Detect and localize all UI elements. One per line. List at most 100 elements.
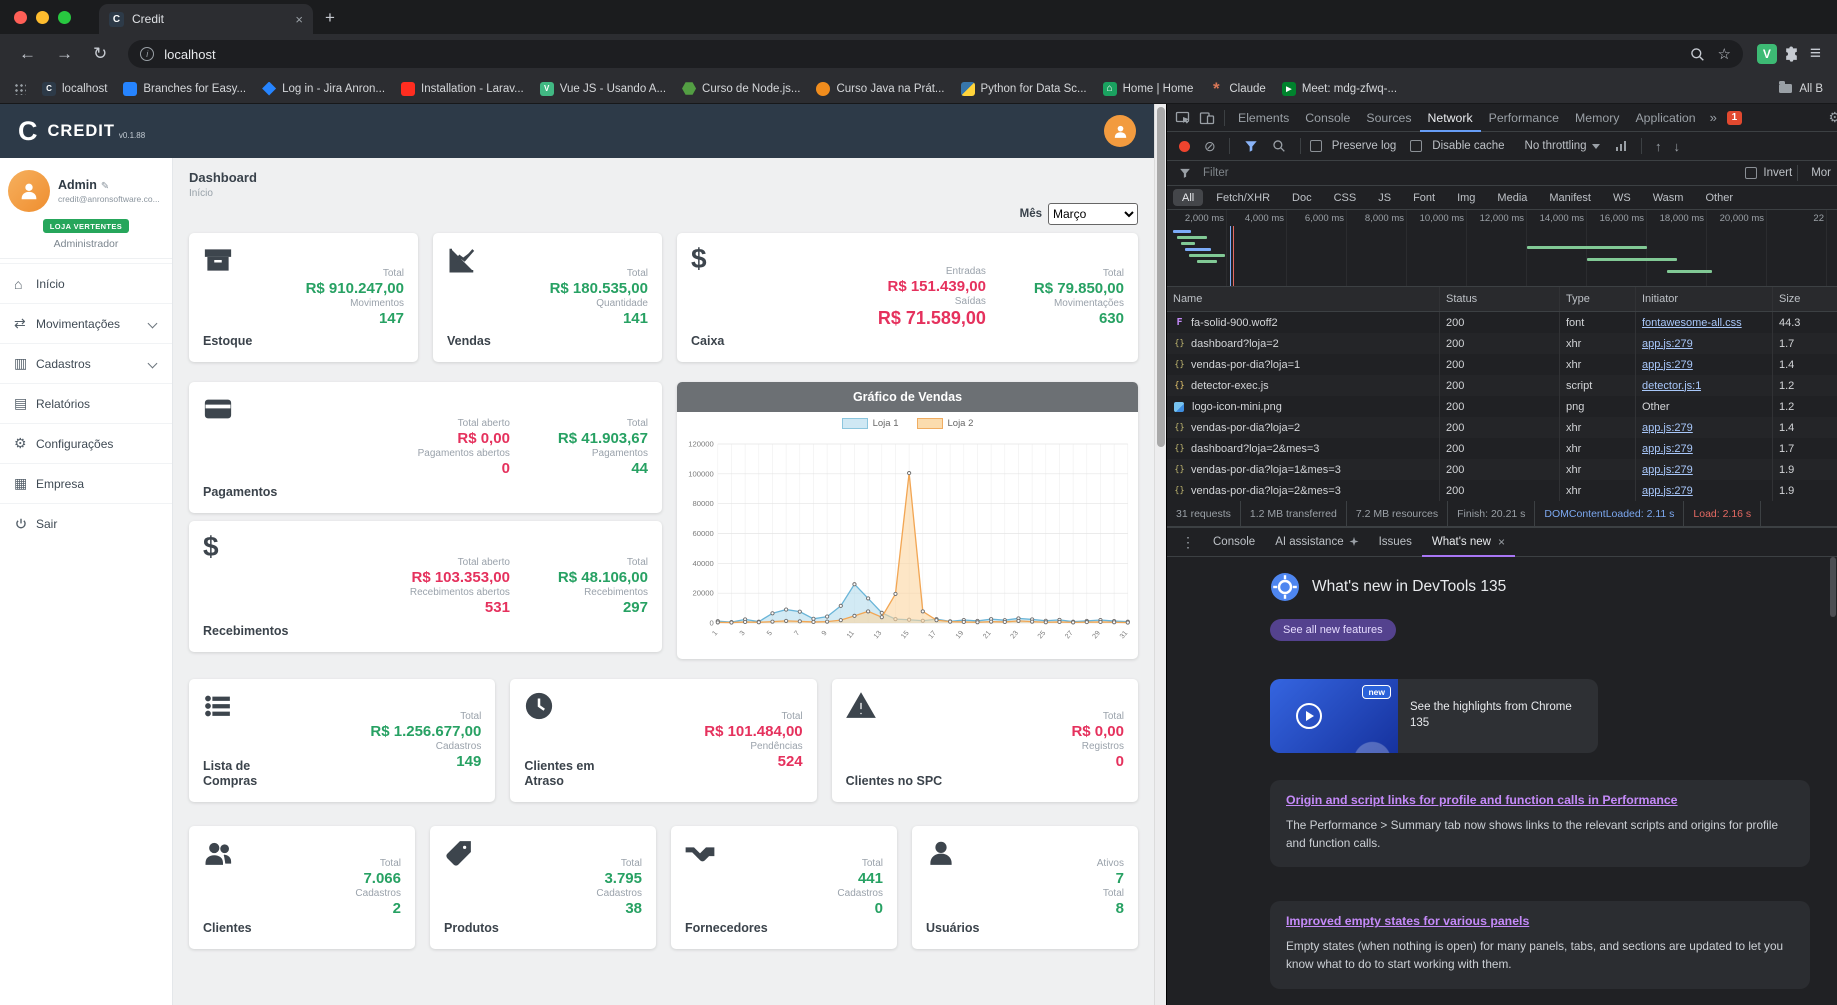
maximize-window-button[interactable] — [58, 10, 71, 24]
column-type[interactable]: Type — [1560, 287, 1636, 311]
column-size[interactable]: Size — [1773, 287, 1837, 311]
sidebar-item-movimentacoes[interactable]: ⇄ Movimentações — [0, 303, 172, 343]
close-icon[interactable]: × — [1498, 535, 1505, 549]
drawer-tab-whats-new[interactable]: What's new × — [1422, 527, 1515, 557]
table-row[interactable]: {} vendas-por-dia?loja=2&mes=3 200 xhr ap… — [1167, 480, 1837, 501]
sidebar-item-empresa[interactable]: ▦ Empresa — [0, 463, 172, 503]
column-name[interactable]: Name — [1167, 287, 1440, 311]
minimize-window-button[interactable] — [36, 10, 49, 24]
inspect-element-icon[interactable] — [1171, 108, 1195, 128]
chip-doc[interactable]: Doc — [1283, 189, 1321, 206]
bookmark-meet[interactable]: ▶ Meet: mdg-zfwq-... — [1281, 81, 1397, 96]
table-row[interactable]: Ffa-solid-900.woff2 200 font fontawesome… — [1167, 312, 1837, 333]
tab-application[interactable]: Application — [1627, 104, 1703, 132]
table-row[interactable]: {} vendas-por-dia?loja=1&mes=3 200 xhr ap… — [1167, 459, 1837, 480]
vue-devtools-extension-icon[interactable]: V — [1756, 44, 1777, 64]
initiator-link[interactable]: app.js:279 — [1642, 485, 1693, 497]
back-button[interactable]: ← — [12, 44, 43, 64]
forward-button[interactable]: → — [49, 44, 80, 64]
bookmark-java[interactable]: Curso Java na Prát... — [816, 81, 945, 96]
chip-img[interactable]: Img — [1448, 189, 1484, 206]
drawer-tab-issues[interactable]: Issues — [1369, 527, 1422, 557]
record-button[interactable] — [1179, 140, 1190, 152]
tab-sources[interactable]: Sources — [1358, 104, 1419, 132]
initiator-link[interactable]: app.js:279 — [1642, 359, 1693, 371]
chip-css[interactable]: CSS — [1325, 189, 1366, 206]
bookmark-node[interactable]: Curso de Node.js... — [682, 82, 800, 96]
see-all-features-button[interactable]: See all new features — [1270, 619, 1396, 641]
chip-font[interactable]: Font — [1404, 189, 1444, 206]
all-bookmarks-button[interactable]: All B — [1779, 81, 1823, 95]
column-status[interactable]: Status — [1440, 287, 1560, 311]
bookmark-claude[interactable]: * Claude — [1209, 79, 1266, 98]
header-avatar[interactable] — [1104, 115, 1136, 147]
highlight-thumbnail[interactable]: new — [1270, 679, 1398, 753]
bookmark-vue[interactable]: V Vue JS - Usando A... — [539, 81, 666, 96]
new-tab-button[interactable]: + — [325, 8, 335, 28]
chip-wasm[interactable]: Wasm — [1644, 189, 1693, 206]
page-scrollbar[interactable] — [1154, 104, 1166, 1005]
chart-legend[interactable]: Loja 1 Loja 2 — [677, 412, 1138, 436]
clear-icon[interactable]: ⊘ — [1200, 138, 1220, 155]
zoom-icon[interactable] — [1690, 47, 1705, 62]
settings-gear-icon[interactable]: ⚙ — [1828, 109, 1837, 126]
sidebar-item-inicio[interactable]: ⌂ Início — [0, 263, 172, 303]
bookmark-python[interactable]: Python for Data Sc... — [960, 81, 1087, 96]
table-row[interactable]: {} dashboard?loja=2 200 xhr app.js:279 1.… — [1167, 333, 1837, 354]
sidebar-item-relatorios[interactable]: ▤ Relatórios — [0, 383, 172, 423]
sidebar-item-cadastros[interactable]: ▥ Cadastros — [0, 343, 172, 383]
column-initiator[interactable]: Initiator — [1636, 287, 1773, 311]
chip-manifest[interactable]: Manifest — [1540, 189, 1600, 206]
tab-network[interactable]: Network — [1420, 104, 1481, 132]
address-bar[interactable]: i localhost ☆ — [128, 40, 1743, 68]
bookmark-localhost[interactable]: Clocalhost — [42, 81, 107, 96]
sidebar-item-configuracoes[interactable]: ⚙ Configurações — [0, 423, 172, 463]
table-row[interactable]: {} detector-exec.js 200 script detector.j… — [1167, 375, 1837, 396]
network-conditions-icon[interactable] — [1615, 141, 1627, 151]
extensions-puzzle-icon[interactable] — [1783, 46, 1800, 63]
initiator-link[interactable]: app.js:279 — [1642, 443, 1693, 455]
chip-other[interactable]: Other — [1696, 189, 1742, 206]
drawer-tab-ai-assistance[interactable]: AI assistance — [1265, 527, 1368, 557]
disable-cache-checkbox[interactable] — [1410, 140, 1423, 152]
initiator-link[interactable]: app.js:279 — [1642, 422, 1693, 434]
initiator-link[interactable]: fontawesome-all.css — [1642, 317, 1742, 329]
preserve-log-checkbox[interactable] — [1309, 140, 1322, 152]
initiator-link[interactable]: app.js:279 — [1642, 338, 1693, 350]
tab-close-icon[interactable]: × — [295, 12, 303, 27]
section-heading-link[interactable]: Improved empty states for various panels — [1286, 914, 1794, 930]
apps-grid-icon[interactable] — [14, 82, 26, 95]
chip-all[interactable]: All — [1173, 189, 1204, 206]
section-heading-link[interactable]: Origin and script links for profile and … — [1286, 793, 1794, 809]
invert-label[interactable]: Invert — [1763, 167, 1792, 179]
browser-menu-icon[interactable]: ≡ — [1806, 43, 1825, 65]
search-icon[interactable] — [1267, 136, 1291, 156]
error-badge[interactable]: 1 — [1726, 110, 1742, 125]
chip-media[interactable]: Media — [1488, 189, 1536, 206]
initiator-link[interactable]: app.js:279 — [1642, 464, 1693, 476]
table-row[interactable]: logo-icon-mini.png 200 png Other 1.2 — [1167, 396, 1837, 417]
drawer-tab-console[interactable]: Console — [1203, 527, 1265, 557]
bookmark-laravel[interactable]: Installation - Larav... — [401, 81, 524, 96]
invert-checkbox[interactable] — [1745, 167, 1758, 179]
filter-input[interactable]: Filter — [1203, 167, 1745, 179]
export-har-icon[interactable]: ↓ — [1670, 139, 1685, 154]
disable-cache-label[interactable]: Disable cache — [1432, 140, 1504, 152]
bookmark-home[interactable]: ⌂ Home | Home — [1102, 81, 1193, 96]
avatar[interactable] — [8, 170, 50, 212]
chip-fetch-xhr[interactable]: Fetch/XHR — [1207, 189, 1279, 206]
reload-button[interactable]: ↻ — [86, 44, 114, 64]
device-toolbar-icon[interactable] — [1195, 108, 1219, 128]
table-row[interactable]: {} vendas-por-dia?loja=1 200 xhr app.js:2… — [1167, 354, 1837, 375]
network-overview-timeline[interactable]: 2,000 ms 4,000 ms 6,000 ms 8,000 ms 10,000 m… — [1167, 210, 1837, 287]
more-filters-label[interactable]: Mor — [1811, 167, 1831, 179]
filter-funnel-icon[interactable] — [1239, 136, 1263, 156]
table-row[interactable]: {} dashboard?loja=2&mes=3 200 xhr app.js:… — [1167, 438, 1837, 459]
bookmark-branches[interactable]: Branches for Easy... — [123, 81, 246, 96]
chip-ws[interactable]: WS — [1604, 189, 1640, 206]
tab-console[interactable]: Console — [1297, 104, 1358, 132]
import-har-icon[interactable]: ↑ — [1651, 139, 1666, 154]
edit-profile-icon[interactable]: ✎ — [101, 181, 109, 192]
play-button-icon[interactable] — [1296, 703, 1322, 729]
chip-js[interactable]: JS — [1369, 189, 1400, 206]
